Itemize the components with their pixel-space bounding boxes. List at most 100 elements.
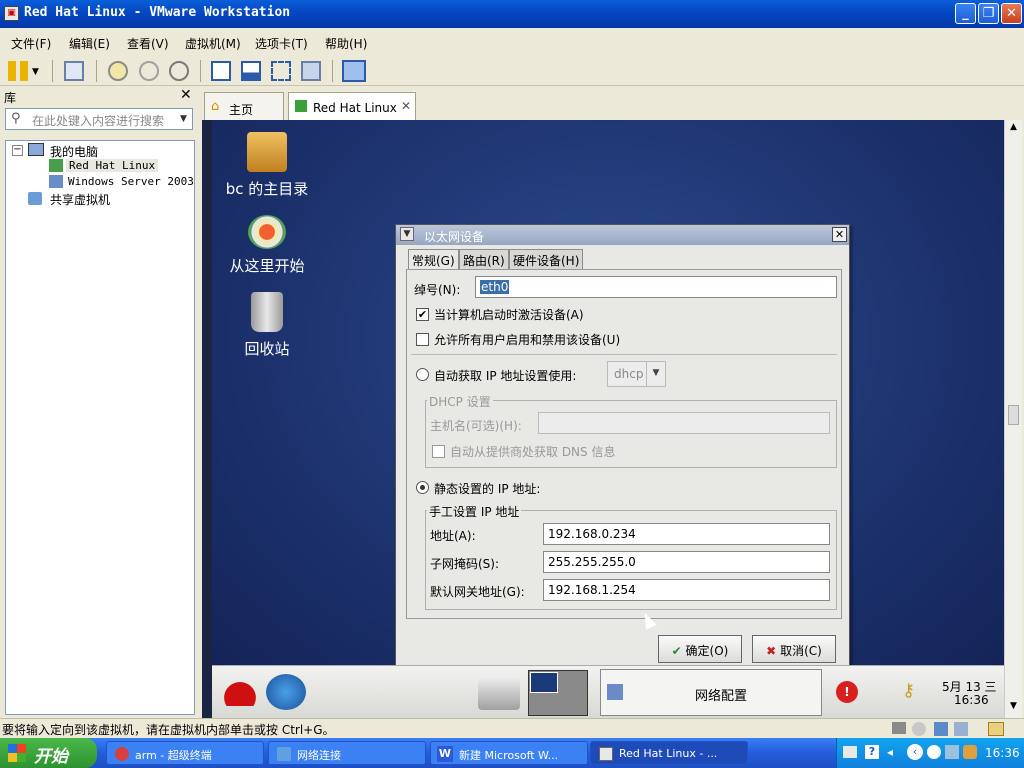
task-network-connections[interactable]: 网络连接 (268, 741, 426, 765)
status-text: 要将输入定向到该虚拟机，请在虚拟机内部单击或按 Ctrl+G。 (2, 723, 335, 737)
dialog-title: 以太网设备 (424, 230, 485, 244)
netmask-input[interactable]: 255.255.255.0 (543, 551, 830, 573)
cdrom-icon[interactable] (912, 722, 926, 736)
desktop-start-here[interactable]: 从这里开始 (212, 215, 322, 276)
dialog-menu-icon[interactable]: ▼ (400, 227, 414, 241)
ip-method-select[interactable]: dhcp ▼ (607, 361, 666, 387)
auto-dns-checkbox[interactable] (432, 445, 445, 458)
network-adapter-icon[interactable] (934, 722, 948, 736)
show-library-icon[interactable] (211, 61, 231, 81)
tab-vm-label: Red Hat Linux (313, 101, 397, 115)
start-button[interactable]: 开始 (0, 738, 97, 768)
address-label: 地址(A): (430, 529, 476, 543)
tray-arrow-icon[interactable]: ‹ (907, 744, 923, 760)
qq-icon[interactable] (927, 745, 941, 759)
tab-close-icon[interactable]: ✕ (401, 99, 411, 113)
unity-icon[interactable] (301, 61, 321, 81)
tree-vm-redhat[interactable]: Red Hat Linux (66, 159, 159, 172)
speaker-icon[interactable]: ◂ (887, 745, 901, 759)
title-bar: ▣ Red Hat Linux - VMware Workstation _ ❐… (0, 0, 1024, 28)
menu-help[interactable]: 帮助(H) (325, 35, 367, 52)
tab-route[interactable]: 路由(R) (459, 249, 509, 269)
activate-on-boot-checkbox[interactable]: ✔ (416, 308, 429, 321)
menu-file[interactable]: 文件(F) (11, 35, 51, 52)
menu-view[interactable]: 查看(V) (127, 35, 169, 52)
scroll-up-icon[interactable]: ▲ (1007, 122, 1020, 135)
restore-button[interactable]: ❐ (978, 3, 999, 24)
snapshot-icon[interactable] (108, 61, 128, 81)
nickname-input[interactable]: eth0 (475, 276, 837, 298)
library-header: 库 ✕ (0, 86, 200, 106)
thumbnail-bar-icon[interactable] (241, 61, 261, 81)
dialog-close-icon[interactable]: ✕ (832, 227, 847, 242)
workspace-switcher[interactable] (528, 670, 588, 716)
scroll-thumb[interactable] (1008, 405, 1019, 425)
tree-my-computer[interactable]: 我的电脑 (50, 143, 98, 160)
shared-vm-icon (28, 192, 42, 205)
tree-vm-windows[interactable]: Windows Server 2003 (68, 175, 194, 188)
auto-ip-label: 自动获取 IP 地址设置使用: (434, 369, 577, 383)
computer-icon (28, 143, 44, 156)
network-tray-icon[interactable] (945, 745, 959, 759)
web-browser-icon[interactable] (266, 674, 306, 710)
search-icon: ⚲ (11, 111, 21, 126)
vmware-task-icon (599, 747, 613, 761)
library-search-box[interactable]: ⚲ 在此处键入内容进行搜索 ▼ (5, 108, 193, 130)
desktop-trash[interactable]: 回收站 (212, 292, 322, 359)
hard-disk-icon[interactable] (892, 722, 906, 734)
console-view-icon[interactable] (342, 60, 366, 82)
desktop-home-folder[interactable]: bc 的主目录 (212, 132, 322, 199)
alert-icon[interactable]: ! (836, 681, 858, 703)
usb-icon[interactable] (954, 722, 968, 736)
taskbar-network-config[interactable]: 网络配置 (600, 669, 822, 716)
tree-collapse-icon[interactable]: − (12, 145, 23, 156)
ok-button[interactable]: ✔ 确定(O) (658, 635, 742, 663)
desktop-icon-label: 从这里开始 (229, 257, 305, 275)
menu-tabs[interactable]: 选项卡(T) (255, 35, 308, 52)
general-pane: 绰号(N): eth0 ✔ 当计算机启动时激活设备(A) 允许所有用户启用和禁用… (406, 269, 842, 619)
task-label: 网络连接 (297, 749, 341, 762)
task-label: 网络配置 (695, 689, 748, 704)
task-word[interactable]: W 新建 Microsoft W... (430, 741, 588, 765)
help-icon[interactable]: ? (865, 745, 879, 759)
printer-icon[interactable] (478, 676, 520, 710)
tab-hardware[interactable]: 硬件设备(H) (509, 249, 584, 269)
keyring-icon[interactable]: ⚷ (902, 680, 926, 702)
scroll-down-icon[interactable]: ▼ (1007, 701, 1020, 714)
full-screen-icon[interactable] (271, 61, 291, 81)
library-close-icon[interactable]: ✕ (180, 87, 192, 103)
hostname-input[interactable] (538, 412, 830, 434)
keyboard-icon[interactable] (843, 746, 857, 758)
address-input[interactable]: 192.168.0.234 (543, 523, 830, 545)
tab-red-hat-linux[interactable]: Red Hat Linux ✕ (288, 92, 416, 120)
search-dropdown-icon[interactable]: ▼ (180, 114, 187, 124)
gateway-input[interactable]: 192.168.1.254 (543, 579, 830, 601)
network-icon[interactable] (64, 61, 84, 81)
activate-on-boot-label: 当计算机启动时激活设备(A) (434, 308, 584, 322)
search-input[interactable]: 在此处键入内容进行搜索 (32, 112, 164, 129)
trash-icon (251, 292, 283, 332)
menu-edit[interactable]: 编辑(E) (69, 35, 110, 52)
close-button[interactable]: ✕ (1001, 3, 1022, 24)
static-ip-radio[interactable] (416, 481, 429, 494)
chevron-down-icon[interactable]: ▼ (32, 67, 39, 77)
menu-vm[interactable]: 虚拟机(M) (185, 35, 241, 52)
tree-shared-vms[interactable]: 共享虚拟机 (50, 191, 110, 208)
tab-home[interactable]: ⌂ 主页 (204, 92, 284, 120)
task-vmware[interactable]: Red Hat Linux - ... (590, 741, 748, 765)
vm-scrollbar[interactable]: ▲ ▼ (1004, 120, 1022, 718)
vm-border (202, 120, 212, 718)
task-hyperterminal[interactable]: arm - 超级终端 (106, 741, 264, 765)
snapshot-manager-icon[interactable] (169, 61, 189, 81)
netmask-label: 子网掩码(S): (430, 557, 500, 571)
revert-snapshot-icon[interactable] (139, 61, 159, 81)
allow-users-checkbox[interactable] (416, 333, 429, 346)
minimize-button[interactable]: _ (955, 3, 976, 24)
redhat-menu-icon[interactable] (220, 678, 260, 706)
tab-general[interactable]: 常规(G) (408, 249, 459, 270)
security-tray-icon[interactable] (963, 745, 977, 759)
message-log-icon[interactable] (988, 722, 1004, 736)
pause-icon[interactable] (8, 61, 28, 81)
cancel-button[interactable]: ✖ 取消(C) (752, 635, 836, 663)
auto-ip-radio[interactable] (416, 368, 429, 381)
